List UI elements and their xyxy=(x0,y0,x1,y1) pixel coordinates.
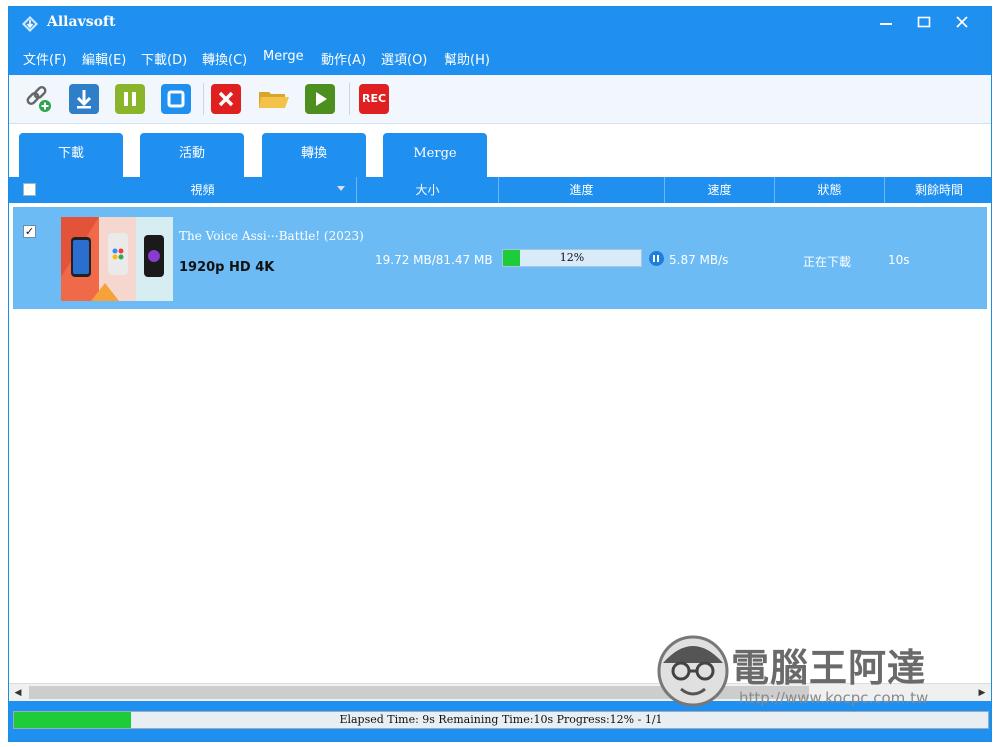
scroll-left-icon[interactable]: ◀ xyxy=(9,684,27,702)
table-header: 視頻 大小 進度 速度 狀態 剩餘時間 xyxy=(9,177,991,203)
link-add-icon xyxy=(26,86,51,112)
menu-edit[interactable]: 編輯(E) xyxy=(82,49,126,68)
pause-icon xyxy=(124,92,136,106)
status-bar: Elapsed Time: 9s Remaining Time:10s Prog… xyxy=(9,701,991,741)
table-row[interactable]: ✓ The Voice Assi⋯Battle! (2023) 1920p HD… xyxy=(13,207,987,309)
download-progress-bar: 12% xyxy=(502,249,642,267)
minimize-button[interactable] xyxy=(871,11,901,37)
menu-download[interactable]: 下載(D) xyxy=(141,49,187,68)
pause-button[interactable] xyxy=(115,84,145,114)
tab-download[interactable]: 下載 xyxy=(19,133,123,178)
video-thumbnail xyxy=(61,217,173,301)
delete-button[interactable] xyxy=(211,84,241,114)
video-quality: 1920p HD 4K xyxy=(179,260,275,275)
menu-bar: 文件(F) 編輯(E) 下載(D) 轉換(C) Merge 動作(A) 選項(O… xyxy=(9,41,991,75)
menu-merge[interactable]: Merge xyxy=(263,49,304,64)
download-progress-label: 12% xyxy=(559,251,585,264)
pause-download-icon[interactable] xyxy=(649,251,664,266)
remaining-time: 10s xyxy=(888,253,910,267)
maximize-icon xyxy=(917,16,931,28)
row-checkbox[interactable]: ✓ xyxy=(23,225,36,238)
record-button[interactable]: REC xyxy=(359,84,389,114)
download-button[interactable] xyxy=(69,84,99,114)
minimize-icon xyxy=(880,23,892,25)
horizontal-scrollbar[interactable]: ◀ ▶ xyxy=(9,683,991,702)
column-size[interactable]: 大小 xyxy=(357,177,499,203)
maximize-button[interactable] xyxy=(909,11,939,37)
close-button[interactable] xyxy=(947,11,977,37)
menu-file[interactable]: 文件(F) xyxy=(23,49,67,68)
close-icon xyxy=(956,16,968,28)
column-speed[interactable]: 速度 xyxy=(665,177,775,203)
menu-action[interactable]: 動作(A) xyxy=(321,49,366,68)
file-size: 19.72 MB/81.47 MB xyxy=(375,253,493,267)
open-folder-button[interactable] xyxy=(257,84,289,114)
toolbar-separator xyxy=(203,83,204,115)
column-video[interactable]: 視頻 xyxy=(49,177,357,203)
tab-merge[interactable]: Merge xyxy=(383,133,487,178)
select-all-checkbox[interactable] xyxy=(23,183,36,196)
video-title: The Voice Assi⋯Battle! (2023) xyxy=(179,229,364,243)
menu-convert[interactable]: 轉換(C) xyxy=(202,49,247,68)
tab-active[interactable]: 活動 xyxy=(140,133,244,178)
app-window: Allavsoft 文件(F) 編輯(E) 下載(D) 轉換(C) Merge … xyxy=(8,6,992,742)
stop-icon xyxy=(167,90,185,108)
download-speed: 5.87 MB/s xyxy=(669,253,729,267)
sort-down-icon xyxy=(337,186,345,191)
column-remaining[interactable]: 剩餘時間 xyxy=(885,177,991,203)
scroll-right-icon[interactable]: ▶ xyxy=(973,684,991,702)
delete-x-icon xyxy=(218,91,234,107)
tab-bar: 下載 活動 轉換 Merge xyxy=(9,124,991,178)
menu-options[interactable]: 選項(O) xyxy=(381,49,427,68)
paste-url-button[interactable] xyxy=(23,84,53,114)
menu-help[interactable]: 幫助(H) xyxy=(444,49,490,68)
download-status: 正在下載 xyxy=(803,255,852,269)
toolbar: REC xyxy=(9,75,991,124)
tab-convert[interactable]: 轉換 xyxy=(262,133,366,178)
title-bar: Allavsoft xyxy=(9,7,991,41)
status-text: Elapsed Time: 9s Remaining Time:10s Prog… xyxy=(339,713,663,726)
scrollbar-thumb[interactable] xyxy=(29,686,809,699)
download-list: ✓ The Voice Assi⋯Battle! (2023) 1920p HD… xyxy=(9,203,991,683)
play-button[interactable] xyxy=(305,84,335,114)
stop-button[interactable] xyxy=(161,84,191,114)
folder-icon xyxy=(259,92,289,108)
toolbar-separator xyxy=(349,83,350,115)
column-progress[interactable]: 進度 xyxy=(499,177,665,203)
play-icon xyxy=(316,92,327,106)
overall-progress-bar: Elapsed Time: 9s Remaining Time:10s Prog… xyxy=(13,711,989,729)
column-status[interactable]: 狀態 xyxy=(775,177,885,203)
download-arrow-icon xyxy=(76,90,92,109)
app-logo-icon xyxy=(22,16,38,32)
window-title: Allavsoft xyxy=(47,14,116,30)
